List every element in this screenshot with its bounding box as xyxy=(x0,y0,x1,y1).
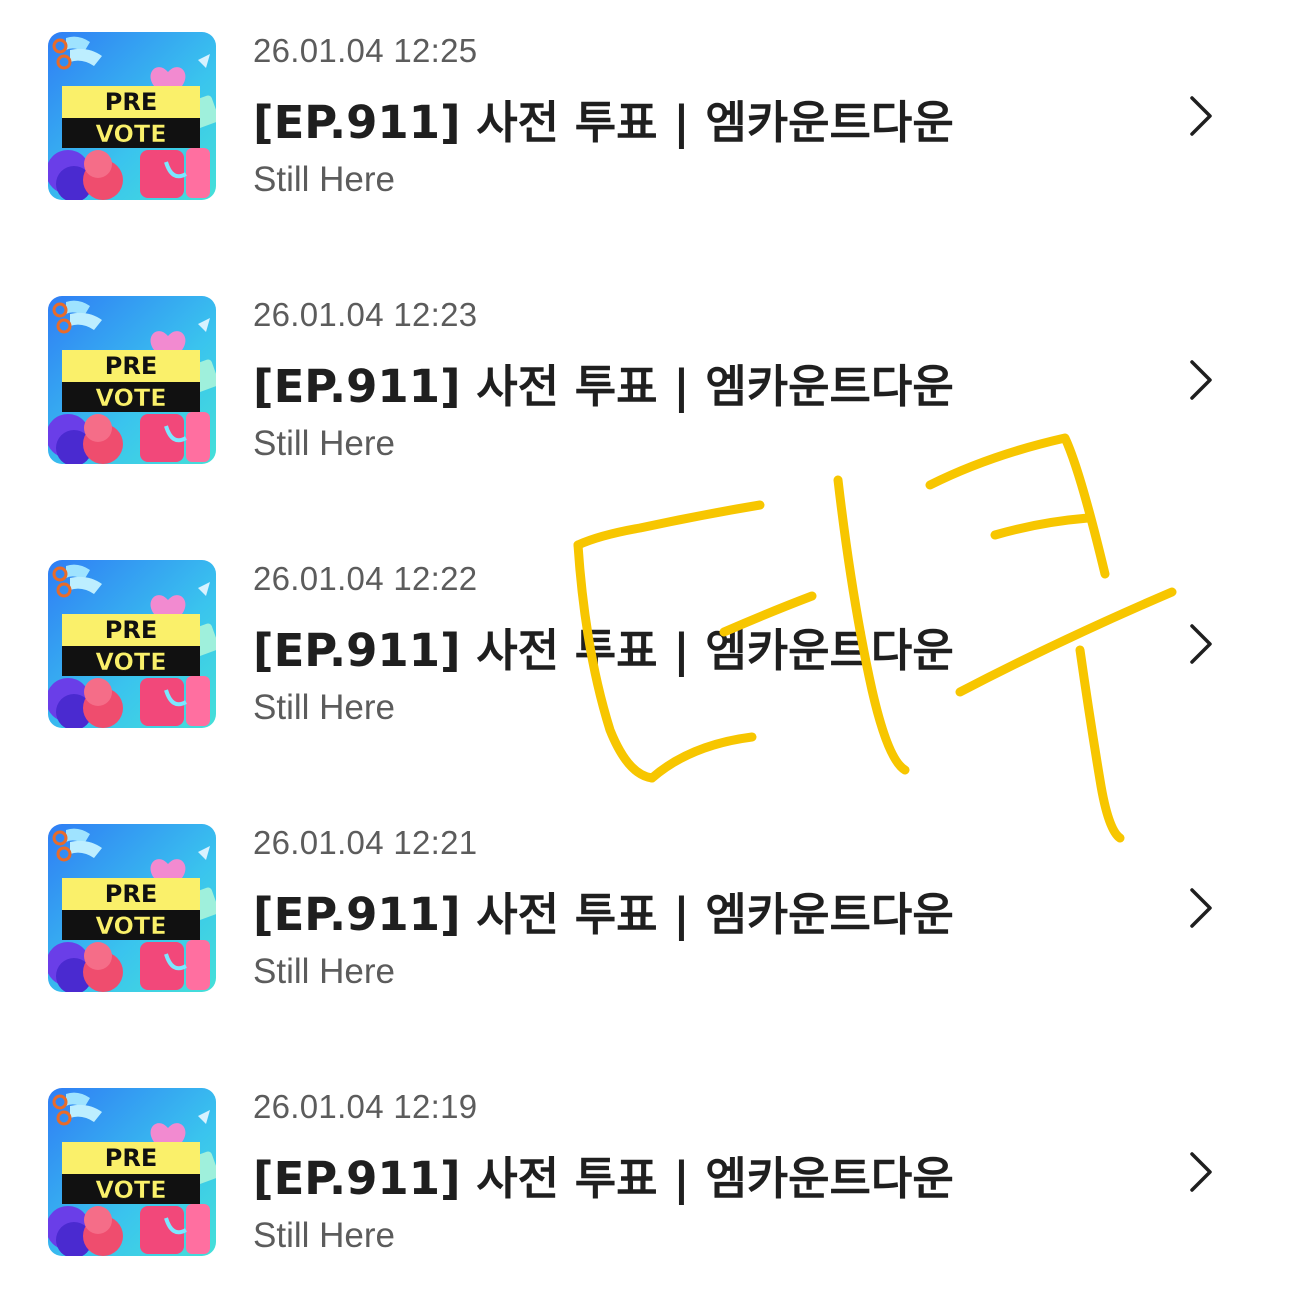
prevote-thumbnail: PRE VOTE xyxy=(48,32,216,200)
item-title: [EP.911] 사전 투표 | 엠카운트다운 xyxy=(253,96,954,149)
thumb-label-top: PRE xyxy=(105,880,157,908)
thumb-label-top: PRE xyxy=(105,352,157,380)
prevote-artwork: PRE VOTE xyxy=(48,32,216,200)
prevote-thumbnail: PRE VOTE xyxy=(48,824,216,992)
item-title: [EP.911] 사전 투표 | 엠카운트다운 xyxy=(253,624,954,677)
thumb-label-bottom: VOTE xyxy=(95,912,166,940)
list-item[interactable]: PRE VOTE 26.01.04 12:25 [EP.911] 사전 투표 |… xyxy=(0,28,1290,204)
item-subtitle: Still Here xyxy=(253,1216,395,1255)
prevote-artwork: PRE VOTE xyxy=(48,560,216,728)
item-title: [EP.911] 사전 투표 | 엠카운트다운 xyxy=(253,1152,954,1205)
chevron-right-icon[interactable] xyxy=(1182,94,1218,138)
chevron-right-icon[interactable] xyxy=(1182,1150,1218,1194)
prevote-thumbnail: PRE VOTE xyxy=(48,1088,216,1256)
item-subtitle: Still Here xyxy=(253,688,395,727)
item-timestamp: 26.01.04 12:25 xyxy=(253,32,478,69)
thumb-label-top: PRE xyxy=(105,88,157,116)
item-subtitle: Still Here xyxy=(253,424,395,463)
item-timestamp: 26.01.04 12:23 xyxy=(253,296,478,333)
list-item[interactable]: PRE VOTE 26.01.04 12:21 [EP.911] 사전 투표 |… xyxy=(0,820,1290,996)
item-timestamp: 26.01.04 12:19 xyxy=(253,1088,478,1125)
thumb-label-top: PRE xyxy=(105,1144,157,1172)
thumb-label-bottom: VOTE xyxy=(95,384,166,412)
item-timestamp: 26.01.04 12:21 xyxy=(253,824,478,861)
list-item[interactable]: PRE VOTE 26.01.04 12:23 [EP.911] 사전 투표 |… xyxy=(0,292,1290,468)
prevote-artwork: PRE VOTE xyxy=(48,824,216,992)
thumb-label-bottom: VOTE xyxy=(95,120,166,148)
chevron-right-icon[interactable] xyxy=(1182,358,1218,402)
prevote-thumbnail: PRE VOTE xyxy=(48,560,216,728)
chevron-right-icon[interactable] xyxy=(1182,622,1218,666)
prevote-artwork: PRE VOTE xyxy=(48,296,216,464)
list-item[interactable]: PRE VOTE 26.01.04 12:19 [EP.911] 사전 투표 |… xyxy=(0,1084,1290,1260)
item-subtitle: Still Here xyxy=(253,160,395,199)
list-item[interactable]: PRE VOTE 26.01.04 12:22 [EP.911] 사전 투표 |… xyxy=(0,556,1290,732)
vote-history-list: PRE VOTE 26.01.04 12:25 [EP.911] 사전 투표 |… xyxy=(0,0,1290,1294)
item-timestamp: 26.01.04 12:22 xyxy=(253,560,478,597)
prevote-thumbnail: PRE VOTE xyxy=(48,296,216,464)
thumb-label-bottom: VOTE xyxy=(95,648,166,676)
item-title: [EP.911] 사전 투표 | 엠카운트다운 xyxy=(253,888,954,941)
item-title: [EP.911] 사전 투표 | 엠카운트다운 xyxy=(253,360,954,413)
chevron-right-icon[interactable] xyxy=(1182,886,1218,930)
item-subtitle: Still Here xyxy=(253,952,395,991)
thumb-label-top: PRE xyxy=(105,616,157,644)
thumb-label-bottom: VOTE xyxy=(95,1176,166,1204)
prevote-artwork: PRE VOTE xyxy=(48,1088,216,1256)
